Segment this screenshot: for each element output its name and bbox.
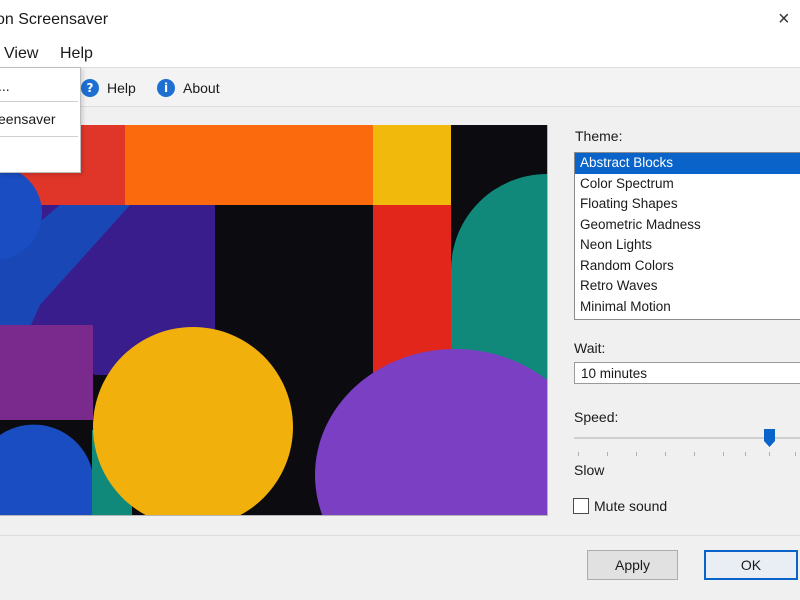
close-icon[interactable]: × <box>778 8 790 31</box>
theme-option[interactable]: Geometric Madness <box>575 215 800 236</box>
title-bar: on Screensaver × <box>0 0 800 42</box>
settings-window: on Screensaver × View Help ? Help i Abou… <box>0 0 800 600</box>
info-icon: i <box>157 79 175 97</box>
dropdown-separator <box>0 136 78 137</box>
speed-slow-label: Slow <box>574 462 605 478</box>
theme-option[interactable]: Retro Waves <box>575 276 800 297</box>
menu-help[interactable]: Help <box>60 45 93 63</box>
theme-option[interactable]: Neon Lights <box>575 235 800 256</box>
toolbar: ? Help i About <box>0 68 800 107</box>
theme-option[interactable]: Abstract Blocks <box>575 153 800 174</box>
screensaver-preview <box>0 125 548 516</box>
theme-label: Theme: <box>575 128 623 144</box>
theme-option[interactable]: Color Spectrum <box>575 174 800 195</box>
dropdown-separator <box>0 101 78 102</box>
theme-listbox[interactable]: Abstract Blocks Color Spectrum Floating … <box>574 152 800 320</box>
help-toolbar-label: Help <box>107 80 136 96</box>
theme-option[interactable]: Minimal Motion <box>575 297 800 318</box>
menu-bar: View Help <box>0 42 800 68</box>
theme-option[interactable]: Floating Shapes <box>575 194 800 215</box>
dropdown-item-screensaver[interactable]: eensaver <box>0 111 56 127</box>
dropdown-menu: ... eensaver <box>0 67 81 173</box>
help-toolbar-button[interactable]: ? Help <box>81 77 136 99</box>
mute-label[interactable]: Mute sound <box>594 498 667 514</box>
ok-button[interactable]: OK <box>704 550 798 580</box>
dropdown-item-ellipsis[interactable]: ... <box>0 78 10 94</box>
button-area-separator <box>0 535 800 536</box>
menu-view[interactable]: View <box>4 45 38 63</box>
help-icon: ? <box>81 79 99 97</box>
speed-label: Speed: <box>574 409 619 425</box>
wait-select[interactable]: 10 minutes <box>574 362 800 384</box>
mute-checkbox[interactable] <box>573 498 589 514</box>
speed-slider-thumb[interactable] <box>764 429 775 447</box>
theme-option[interactable]: Random Colors <box>575 256 800 277</box>
apply-button[interactable]: Apply <box>587 550 678 580</box>
about-toolbar-button[interactable]: i About <box>157 77 220 99</box>
window-title: on Screensaver <box>0 11 109 28</box>
wait-label: Wait: <box>574 340 606 356</box>
about-toolbar-label: About <box>183 80 220 96</box>
abstract-blocks-artwork <box>0 125 547 515</box>
